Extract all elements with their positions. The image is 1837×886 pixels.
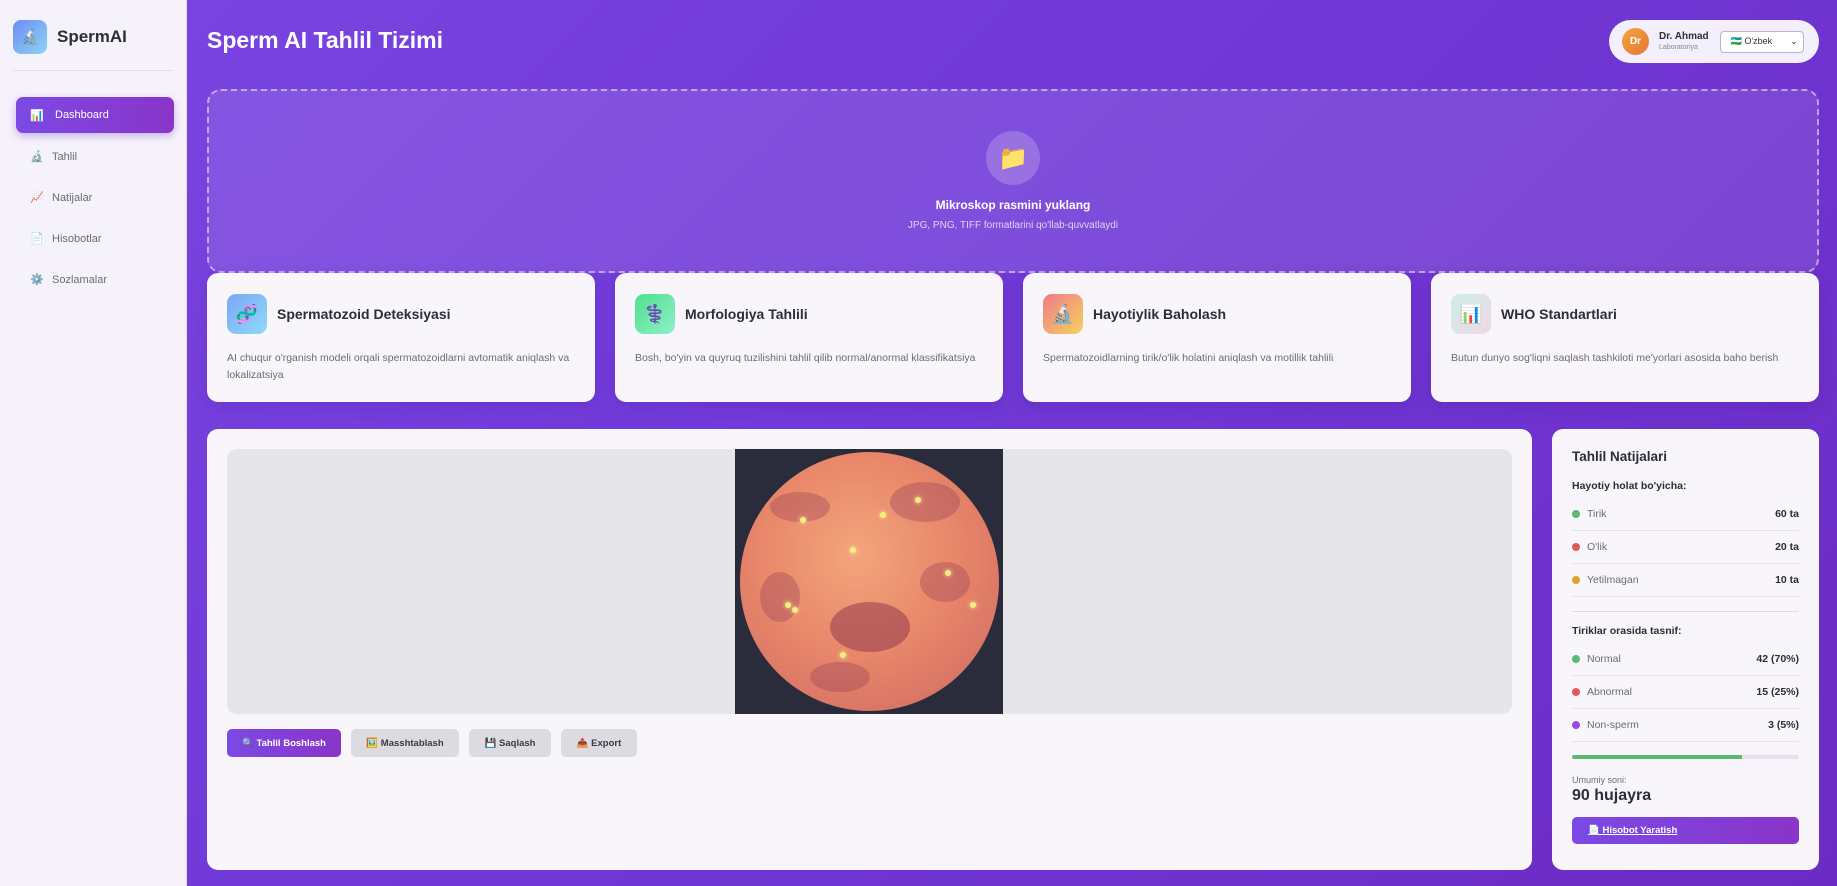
divider bbox=[13, 70, 173, 71]
card-title: WHO Standartlari bbox=[1501, 306, 1617, 322]
card-description: Bosh, bo'yin va quyruq tuzilishini tahli… bbox=[635, 352, 976, 364]
result-row-dead: O'lik 20 ta bbox=[1572, 531, 1799, 564]
status-dot bbox=[1572, 655, 1580, 663]
brand[interactable]: 🔬 SpermAI bbox=[13, 18, 173, 56]
feature-card-detection: 🧬 Spermatozoid Deteksiyasi AI chuqur o'r… bbox=[207, 273, 595, 402]
page-title: Sperm AI Tahlil Tizimi bbox=[207, 27, 444, 53]
folder-icon: 📁 bbox=[986, 131, 1040, 185]
sidebar-nav: 📊 Dashboard 🔬 Tahlil 📈 Natijalar 📄 Hisob… bbox=[0, 97, 186, 297]
sidebar-item-label: Hisobotlar bbox=[52, 232, 102, 245]
microscope-icon: 🔬 bbox=[1043, 294, 1083, 334]
sidebar: 🔬 SpermAI 📊 Dashboard 🔬 Tahlil 📈 Natijal… bbox=[0, 0, 187, 886]
status-dot bbox=[1572, 510, 1580, 518]
gear-icon: ⚙️ bbox=[30, 274, 44, 286]
result-label: Yetilmagan bbox=[1587, 574, 1639, 586]
medical-symbol-icon: ⚕️ bbox=[635, 294, 675, 334]
sidebar-item-label: Natijalar bbox=[52, 191, 93, 204]
result-label: Tirik bbox=[1587, 508, 1607, 520]
sidebar-item-hisobotlar[interactable]: 📄 Hisobotlar bbox=[16, 221, 174, 256]
vitality-list: Tirik 60 ta O'lik 20 ta Yetilmagan 10 ta bbox=[1572, 498, 1799, 597]
card-header: ⚕️ Morfologiya Tahlili bbox=[635, 294, 983, 334]
classification-list: Normal 42 (70%) Abnormal 15 (25%) Non-sp… bbox=[1572, 643, 1799, 742]
upload-dropzone[interactable]: 📁 Mikroskop rasmini yuklang JPG, PNG, TI… bbox=[207, 89, 1819, 273]
user-info: Dr. Ahmad Laboratoriya bbox=[1659, 31, 1709, 52]
vitality-heading: Hayotiy holat bo'yicha: bbox=[1572, 480, 1687, 492]
image-canvas[interactable] bbox=[227, 449, 1512, 714]
microscope-field bbox=[740, 452, 999, 711]
feature-card-morphology: ⚕️ Morfologiya Tahlili Bosh, bo'yin va q… bbox=[615, 273, 1003, 402]
image-toolbar: 🔍 Tahlil Boshlash 🖼️ Masshtablash 💾 Saql… bbox=[227, 729, 647, 757]
upload-subtitle: JPG, PNG, TIFF formatlarini qo'llab-quvv… bbox=[907, 220, 1119, 231]
result-label: Abnormal bbox=[1587, 686, 1632, 698]
result-row-non-sperm: Non-sperm 3 (5%) bbox=[1572, 709, 1799, 742]
result-label: Normal bbox=[1587, 653, 1621, 665]
upload-title: Mikroskop rasmini yuklang bbox=[935, 198, 1091, 212]
document-icon: 📄 bbox=[30, 233, 44, 245]
save-button[interactable]: 💾 Saqlash bbox=[469, 729, 551, 757]
card-header: 🧬 Spermatozoid Deteksiyasi bbox=[227, 294, 575, 334]
user-box: Dr Dr. Ahmad Laboratoriya 🇺🇿 O'zbek ⌄ bbox=[1609, 20, 1819, 63]
bar-chart-icon: 📊 bbox=[1451, 294, 1491, 334]
status-dot bbox=[1572, 688, 1580, 696]
sidebar-item-label: Dashboard bbox=[55, 109, 109, 121]
language-value: 🇺🇿 O'zbek bbox=[1730, 36, 1773, 46]
results-title: Tahlil Natijalari bbox=[1572, 449, 1668, 464]
user-name: Dr. Ahmad bbox=[1659, 31, 1709, 42]
analyze-button[interactable]: 🔍 Tahlil Boshlash bbox=[227, 729, 341, 757]
microscope-image bbox=[735, 449, 1003, 714]
progress-fill bbox=[1572, 755, 1743, 759]
result-value: 60 ta bbox=[1775, 508, 1799, 520]
trend-chart-icon: 📈 bbox=[30, 192, 44, 204]
card-header: 🔬 Hayotiylik Baholash bbox=[1043, 294, 1391, 334]
zoom-button[interactable]: 🖼️ Masshtablash bbox=[351, 729, 459, 757]
card-header: 📊 WHO Standartlari bbox=[1451, 294, 1799, 334]
card-title: Hayotiylik Baholash bbox=[1093, 306, 1227, 322]
status-dot bbox=[1572, 576, 1580, 584]
sidebar-item-label: Tahlil bbox=[52, 150, 78, 163]
card-title: Morfologiya Tahlili bbox=[685, 306, 808, 322]
export-button[interactable]: 📤 Export bbox=[561, 729, 637, 757]
sidebar-item-sozlamalar[interactable]: ⚙️ Sozlamalar bbox=[16, 262, 174, 297]
result-label: Non-sperm bbox=[1587, 719, 1639, 731]
result-label: O'lik bbox=[1587, 541, 1608, 553]
result-value: 42 (70%) bbox=[1756, 653, 1799, 665]
card-description: Spermatozoidlarning tirik/o'lik holatini… bbox=[1043, 352, 1334, 364]
result-value: 15 (25%) bbox=[1756, 686, 1799, 698]
bar-chart-icon: 📊 bbox=[30, 109, 44, 122]
result-row-immature: Yetilmagan 10 ta bbox=[1572, 564, 1799, 597]
result-value: 20 ta bbox=[1775, 541, 1799, 553]
results-panel: Tahlil Natijalari Hayotiy holat bo'yicha… bbox=[1552, 429, 1819, 870]
sidebar-item-tahlil[interactable]: 🔬 Tahlil bbox=[16, 139, 174, 174]
dna-icon: 🧬 bbox=[227, 294, 267, 334]
result-row-alive: Tirik 60 ta bbox=[1572, 498, 1799, 531]
avatar[interactable]: Dr bbox=[1622, 28, 1649, 55]
brand-name: SpermAI bbox=[57, 27, 127, 46]
language-select[interactable]: 🇺🇿 O'zbek ⌄ bbox=[1719, 30, 1804, 53]
feature-card-vitality: 🔬 Hayotiylik Baholash Spermatozoidlarnin… bbox=[1023, 273, 1411, 402]
total-value: 90 hujayra bbox=[1572, 787, 1652, 804]
result-row-abnormal: Abnormal 15 (25%) bbox=[1572, 676, 1799, 709]
classification-heading: Tiriklar orasida tasnif: bbox=[1572, 625, 1682, 637]
total-label: Umumiy soni: bbox=[1572, 775, 1627, 785]
card-title: Spermatozoid Deteksiyasi bbox=[277, 306, 451, 322]
divider bbox=[1572, 611, 1799, 612]
microscope-icon: 🔬 bbox=[30, 151, 44, 163]
sidebar-item-label: Sozlamalar bbox=[52, 273, 108, 286]
sidebar-item-dashboard[interactable]: 📊 Dashboard bbox=[16, 97, 174, 133]
microscope-icon: 🔬 bbox=[13, 20, 47, 54]
progress-bar bbox=[1572, 755, 1799, 759]
create-report-button[interactable]: 📄 Hisobot Yaratish bbox=[1572, 817, 1799, 844]
sidebar-item-natijalar[interactable]: 📈 Natijalar bbox=[16, 180, 174, 215]
result-row-normal: Normal 42 (70%) bbox=[1572, 643, 1799, 676]
card-description: Butun dunyo sog'liqni saqlash tashkiloti… bbox=[1451, 352, 1779, 364]
status-dot bbox=[1572, 543, 1580, 551]
chevron-down-icon: ⌄ bbox=[1790, 35, 1798, 46]
result-value: 10 ta bbox=[1775, 574, 1799, 586]
card-description: AI chuqur o'rganish modeli orqali sperma… bbox=[227, 352, 570, 381]
image-viewer-panel: 🔍 Tahlil Boshlash 🖼️ Masshtablash 💾 Saql… bbox=[207, 429, 1532, 870]
status-dot bbox=[1572, 721, 1580, 729]
user-role: Laboratoriya bbox=[1659, 44, 1698, 51]
result-value: 3 (5%) bbox=[1768, 719, 1799, 731]
feature-card-who: 📊 WHO Standartlari Butun dunyo sog'liqni… bbox=[1431, 273, 1819, 402]
